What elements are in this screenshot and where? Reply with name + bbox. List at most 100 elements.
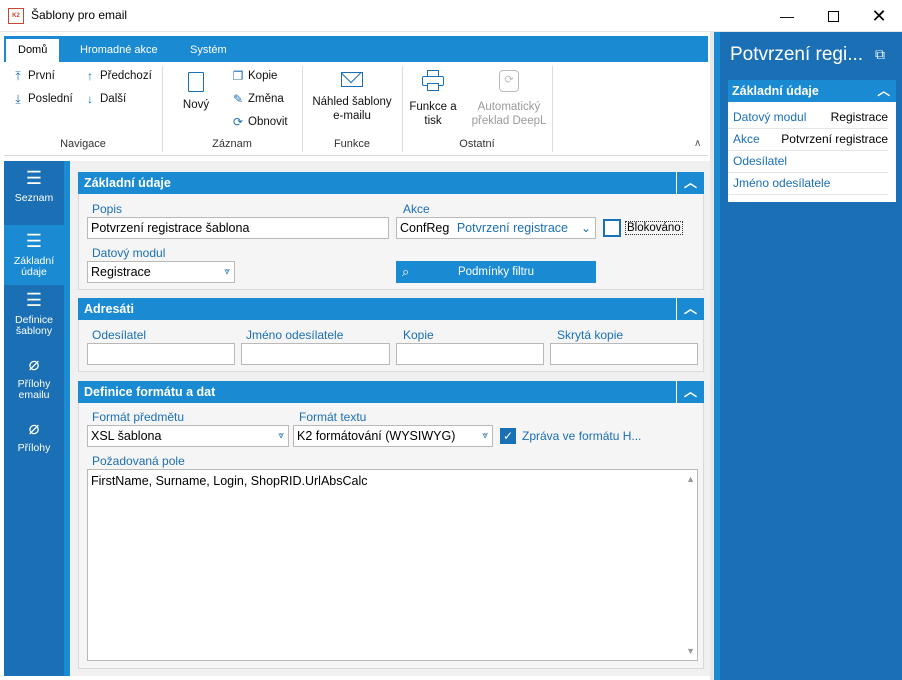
datovy-modul-select[interactable]: Registrace ⩔ bbox=[87, 261, 235, 283]
akce-select[interactable]: ConfReg Potvrzení registrace ⌄ bbox=[396, 217, 596, 239]
detail-list-icon: ☰ bbox=[25, 231, 43, 251]
nav-prilohy-emailu[interactable]: ⌀ Přílohy emailu bbox=[4, 355, 64, 413]
section-header-definice: Definice formátu a dat ︿ bbox=[78, 381, 704, 403]
section-body-definice: Formát předmětu XSL šablona ⩔ Formát tex… bbox=[78, 403, 704, 669]
maximize-button[interactable] bbox=[810, 0, 856, 32]
detail-section-title: Základní údaje bbox=[732, 84, 819, 98]
kopie-input[interactable] bbox=[396, 343, 544, 365]
datovy-modul-label: Datový modul bbox=[92, 246, 166, 260]
chevron-down-icon: ⌄ bbox=[580, 221, 591, 235]
open-external-icon[interactable]: ⧉ bbox=[875, 46, 885, 63]
new-document-icon bbox=[188, 72, 204, 92]
preview-template-button[interactable]: Náhled šablony e-mailu bbox=[306, 72, 398, 123]
refresh-button[interactable]: ⟳ Obnovit bbox=[232, 113, 288, 131]
chevron-up-icon[interactable]: ︿ bbox=[877, 80, 890, 102]
nav-prilohy[interactable]: ⌀ Přílohy bbox=[4, 419, 64, 469]
section-body-adresati: Odesílatel Jméno odesílatele Kopie Skryt… bbox=[78, 320, 704, 372]
detail-row: Jméno odesílatele bbox=[728, 173, 888, 195]
tab-domu[interactable]: Domů bbox=[6, 39, 60, 62]
nav-prilohy-emailu-line2: emailu bbox=[18, 389, 50, 401]
detail-list-icon: ☰ bbox=[25, 290, 43, 310]
minimize-button[interactable]: — bbox=[764, 0, 810, 32]
chevron-up-icon[interactable]: ︿ bbox=[676, 381, 704, 403]
title-bar: K2 Šablony pro email — ✕ bbox=[0, 0, 902, 32]
edit-label: Změna bbox=[248, 93, 284, 105]
format-textu-value: K2 formátování (WYSIWYG) bbox=[297, 429, 456, 443]
skryta-kopie-input[interactable] bbox=[550, 343, 698, 365]
first-label: První bbox=[28, 70, 55, 82]
collapse-ribbon-icon[interactable]: ∧ bbox=[694, 138, 701, 149]
last-label: Poslední bbox=[28, 93, 73, 105]
section-title-adresati: Adresáti bbox=[84, 302, 135, 316]
edit-button[interactable]: ✎ Změna bbox=[232, 90, 284, 108]
pencil-icon: ✎ bbox=[232, 92, 244, 106]
close-button[interactable]: ✕ bbox=[856, 0, 902, 32]
next-button[interactable]: ↓ Další bbox=[84, 90, 126, 108]
list-icon: ☰ bbox=[25, 168, 43, 188]
ribbon-separator bbox=[552, 66, 553, 152]
functions-print-button[interactable]: Funkce a tisk bbox=[404, 70, 462, 128]
format-predmetu-select[interactable]: XSL šablona ⩔ bbox=[87, 425, 289, 447]
deepl-icon: ⟳ bbox=[499, 70, 519, 92]
nav-prilohy-label: Přílohy bbox=[17, 442, 51, 454]
left-navigation: ☰ Seznam ☰ Základní údaje ☰ Definice šab… bbox=[4, 161, 64, 676]
ribbon-tabs: Domů Hromadné akce Systém bbox=[4, 36, 708, 62]
nav-seznam[interactable]: ☰ Seznam bbox=[4, 169, 64, 221]
arrow-down-bar-icon: ⤓ bbox=[15, 91, 21, 106]
scroll-down-icon[interactable]: ▼ bbox=[686, 646, 695, 656]
nav-zakladni-line2: údaje bbox=[21, 266, 47, 278]
detail-row: Datový modul Registrace bbox=[728, 107, 888, 129]
pozadovana-pole-textarea[interactable]: FirstName, Surname, Login, ShopRID.UrlAb… bbox=[87, 469, 698, 661]
tab-system[interactable]: Systém bbox=[178, 39, 239, 62]
previous-label: Předchozí bbox=[100, 70, 152, 82]
app-logo-icon: K2 bbox=[8, 8, 24, 24]
copy-button[interactable]: ❐ Kopie bbox=[232, 67, 278, 85]
zprava-html-checkbox[interactable]: ✓ bbox=[500, 428, 516, 444]
blokovano-checkbox[interactable] bbox=[603, 219, 621, 237]
filter-conditions-button[interactable]: ⌕ Podmínky filtru bbox=[396, 261, 596, 283]
skryta-kopie-label: Skrytá kopie bbox=[557, 328, 624, 342]
group-caption-funkce: Funkce bbox=[333, 138, 371, 150]
kopie-label: Kopie bbox=[403, 328, 434, 342]
last-button[interactable]: ⤓ Poslední bbox=[12, 90, 73, 108]
ribbon: ⤒ První ⤓ Poslední ↑ Předchozí ↓ Další Navig… bbox=[4, 62, 708, 156]
chevron-up-icon[interactable]: ︿ bbox=[676, 298, 704, 320]
detail-pane-card: Základní údaje ︿ Datový modul Registrace… bbox=[728, 80, 896, 202]
section-title-definice: Definice formátu a dat bbox=[84, 385, 216, 399]
new-button[interactable]: Nový bbox=[172, 72, 220, 112]
odesilatel-input[interactable] bbox=[87, 343, 235, 365]
nav-definice-sablony[interactable]: ☰ Definice šablony bbox=[4, 291, 64, 349]
deepl-translate-button[interactable]: ⟳ Automatický překlad DeepL bbox=[464, 70, 554, 128]
group-caption-zaznam: Záznam bbox=[212, 138, 252, 150]
blokovano-label: Blokováno bbox=[625, 221, 683, 235]
preview-label-line2: e-mailu bbox=[333, 110, 371, 122]
jmeno-odesilatele-input[interactable] bbox=[241, 343, 390, 365]
akce-code: ConfReg bbox=[400, 221, 450, 235]
refresh-label: Obnovit bbox=[248, 116, 288, 128]
akce-value: Potvrzení registrace bbox=[456, 221, 568, 235]
nav-seznam-label: Seznam bbox=[14, 192, 54, 204]
first-button[interactable]: ⤒ První bbox=[12, 67, 55, 85]
filter-conditions-label: Podmínky filtru bbox=[457, 266, 535, 278]
nav-definice-line2: šablony bbox=[15, 325, 53, 337]
chevron-up-icon[interactable]: ︿ bbox=[676, 172, 704, 194]
scroll-up-icon[interactable]: ▲ bbox=[686, 474, 695, 484]
section-title-zakladni: Základní údaje bbox=[84, 176, 171, 190]
section-header-zakladni: Základní údaje ︿ bbox=[78, 172, 704, 194]
copy-label: Kopie bbox=[248, 70, 278, 82]
window-title: Šablony pro email bbox=[31, 8, 128, 22]
paperclip-icon: ⌀ bbox=[28, 354, 40, 374]
group-caption-ostatni: Ostatní bbox=[459, 138, 495, 150]
copy-icon: ❐ bbox=[232, 69, 244, 83]
tab-hromadne-akce[interactable]: Hromadné akce bbox=[68, 39, 170, 62]
nav-zakladni-udaje[interactable]: ☰ Základní údaje bbox=[4, 225, 64, 285]
deepl-label-line2: překlad DeepL bbox=[471, 115, 547, 127]
main-content: Základní údaje ︿ Popis Potvrzení registr… bbox=[70, 161, 710, 676]
detail-row-label: Akce bbox=[733, 132, 760, 146]
popis-input[interactable]: Potvrzení registrace šablona bbox=[87, 217, 389, 239]
detail-pane-title: Potvrzení regi... bbox=[730, 44, 864, 65]
format-textu-select[interactable]: K2 formátování (WYSIWYG) ⩔ bbox=[293, 425, 493, 447]
previous-button[interactable]: ↑ Předchozí bbox=[84, 67, 152, 85]
pozadovana-pole-label: Požadovaná pole bbox=[92, 454, 185, 468]
popis-label: Popis bbox=[92, 202, 123, 216]
